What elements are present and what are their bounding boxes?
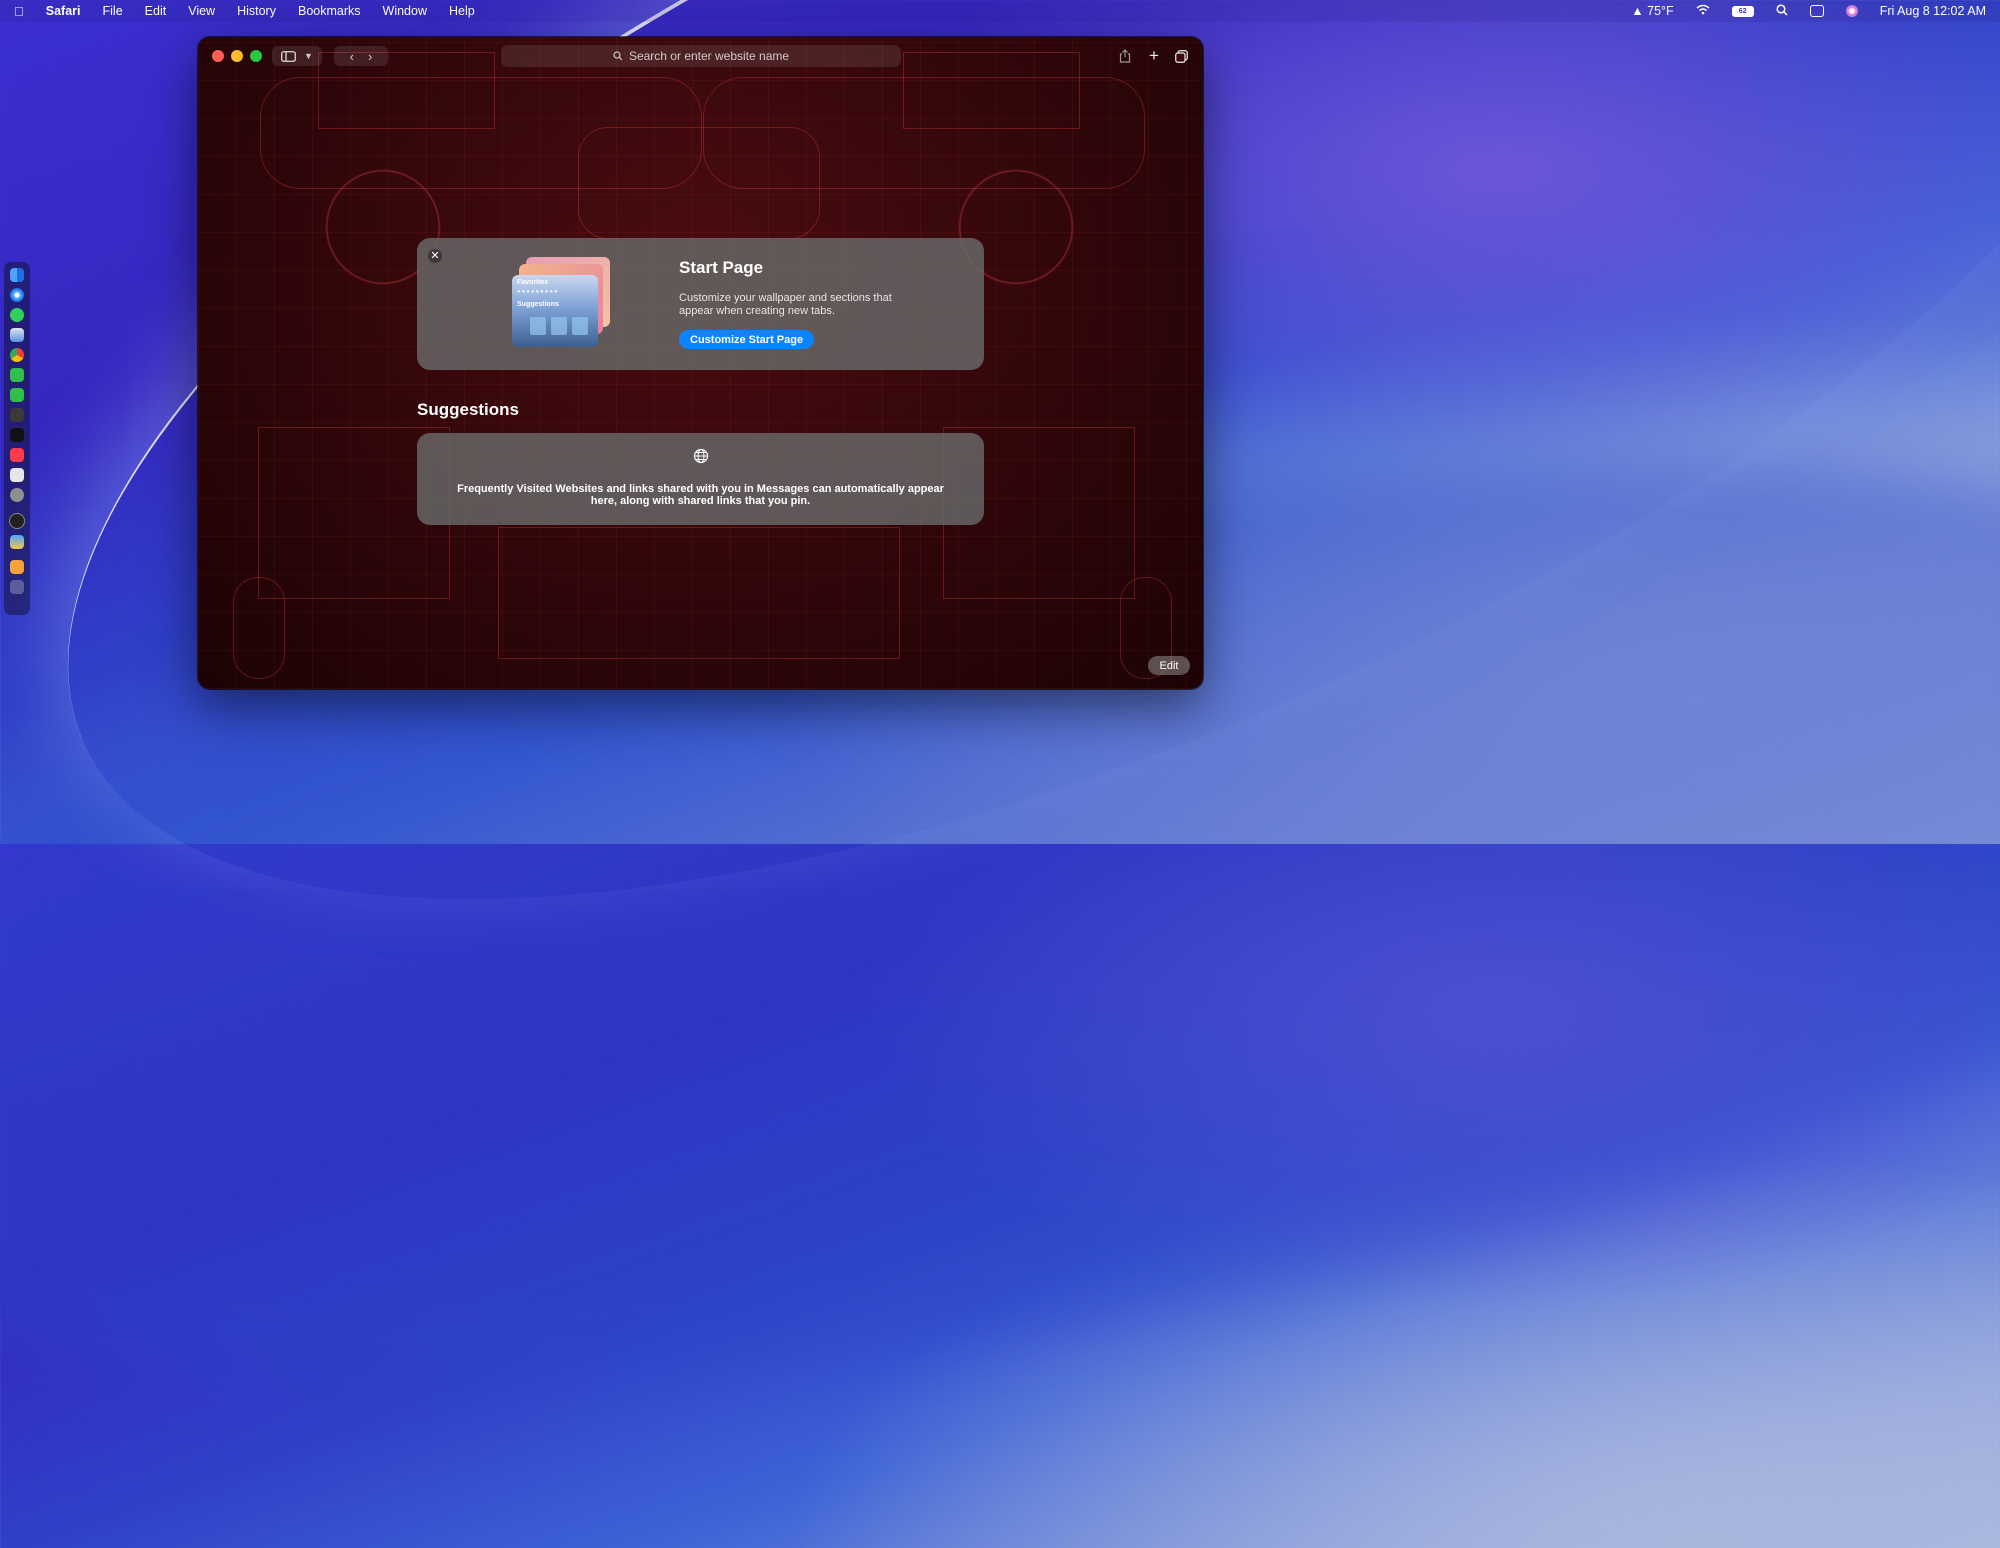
edit-start-page-button[interactable]: Edit <box>1148 656 1190 675</box>
thumb-favorites-label: Favorites <box>517 279 549 286</box>
menu-window[interactable]: Window <box>383 4 427 18</box>
board-outline <box>578 127 820 239</box>
spotlight-search-icon[interactable] <box>1776 3 1788 19</box>
back-button[interactable]: ‹ <box>350 49 354 64</box>
suggestions-message: Frequently Visited Websites and links sh… <box>457 483 944 507</box>
thumb-tile <box>530 317 546 335</box>
thumb-front: Favorites ●●●●●●●●● Suggestions <box>512 275 598 347</box>
thumb-tile <box>551 317 567 335</box>
battery-icon[interactable]: 62 <box>1731 5 1754 17</box>
start-page-illustration: Favorites ●●●●●●●●● Suggestions <box>512 257 612 352</box>
menu-clock[interactable]: Fri Aug 8 12:02 AM <box>1880 4 1986 18</box>
start-page-title: Start Page <box>679 258 764 277</box>
notes-icon[interactable] <box>10 468 24 482</box>
start-page-description: Customize your wallpaper and sections th… <box>679 292 892 317</box>
menu-bookmarks[interactable]: Bookmarks <box>298 4 361 18</box>
phone-icon[interactable] <box>10 388 24 402</box>
thumb-suggestions-label: Suggestions <box>517 301 560 308</box>
close-window-button[interactable] <box>212 50 224 62</box>
safari-icon[interactable] <box>10 288 24 302</box>
safari-toolbar: ▼ ‹ › Search or enter website name + <box>198 37 1203 75</box>
minimize-window-button[interactable] <box>231 50 243 62</box>
menu-app-name[interactable]: Safari <box>46 4 81 18</box>
navigation-buttons: ‹ › <box>334 46 388 66</box>
trash-icon[interactable] <box>10 580 24 594</box>
address-placeholder: Search or enter website name <box>628 49 790 63</box>
chevron-down-icon: ▼ <box>304 51 313 61</box>
share-button[interactable] <box>1114 46 1136 66</box>
menu-help[interactable]: Help <box>449 4 475 18</box>
plus-icon: + <box>1149 46 1159 65</box>
dock <box>4 262 30 615</box>
thumb-tile <box>572 317 588 335</box>
sidebar-toggle-button[interactable]: ▼ <box>272 46 322 66</box>
sidebar-icon <box>281 50 296 62</box>
start-page-card: ✕ Favorites ●●●●●●●●● Suggestions Start … <box>417 238 984 370</box>
wifi-icon[interactable] <box>1696 4 1710 18</box>
control-center-icon[interactable] <box>1809 5 1824 17</box>
siri-icon[interactable] <box>1845 5 1858 17</box>
weather-status[interactable]: ▲ 75°F <box>1631 4 1673 18</box>
globe-icon <box>693 448 709 464</box>
search-icon <box>613 51 623 61</box>
board-outline <box>233 577 285 679</box>
facetime-icon[interactable] <box>10 368 24 382</box>
menu-file[interactable]: File <box>103 4 123 18</box>
suggestions-card: Frequently Visited Websites and links sh… <box>417 433 984 525</box>
weather-icon[interactable] <box>10 535 24 549</box>
tab-overview-button[interactable] <box>1170 46 1192 66</box>
messages-icon[interactable] <box>10 308 24 322</box>
share-icon <box>1119 49 1131 63</box>
menu-bar:  Safari File Edit View History Bookmark… <box>0 0 2000 22</box>
mail-icon[interactable] <box>10 328 24 342</box>
apple-logo-icon[interactable]:  <box>14 4 24 19</box>
chrome-icon[interactable] <box>10 348 24 362</box>
board-outline <box>498 527 900 659</box>
new-tab-button[interactable]: + <box>1143 46 1165 66</box>
tab-overview-icon <box>1174 49 1188 63</box>
suggestions-heading: Suggestions <box>417 400 520 419</box>
keychain-icon[interactable] <box>10 408 24 422</box>
safari-window: ▼ ‹ › Search or enter website name + ✕ F… <box>198 37 1203 689</box>
appletv-icon[interactable] <box>10 428 24 442</box>
menu-history[interactable]: History <box>237 4 276 18</box>
zoom-window-button[interactable] <box>250 50 262 62</box>
music-icon[interactable] <box>10 448 24 462</box>
address-bar[interactable]: Search or enter website name <box>501 45 901 67</box>
customize-start-page-button[interactable]: Customize Start Page <box>679 330 815 349</box>
pages-icon[interactable] <box>10 560 24 574</box>
thumb-favorites-dots: ●●●●●●●●● <box>517 289 559 295</box>
close-icon[interactable]: ✕ <box>428 249 442 263</box>
menu-view[interactable]: View <box>188 4 215 18</box>
weather-temp: 75°F <box>1647 4 1674 18</box>
finder-icon[interactable] <box>10 268 24 282</box>
clock-icon[interactable] <box>9 513 25 529</box>
menu-edit[interactable]: Edit <box>145 4 167 18</box>
settings-icon[interactable] <box>10 488 24 502</box>
forward-button[interactable]: › <box>368 49 372 64</box>
